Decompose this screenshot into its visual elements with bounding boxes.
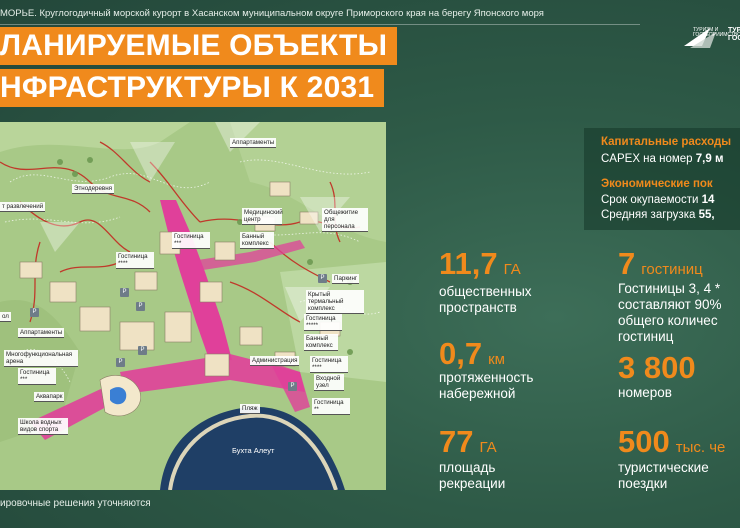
title-line-2: НФРАСТРУКТУРЫ К 2031 xyxy=(0,69,385,107)
map-label-ethnoderevnya: Этнодеревня xyxy=(72,184,114,194)
map-label-hotel-f: Гостиница ** xyxy=(312,398,350,415)
capex-text: CAPEX на номер xyxy=(601,153,693,165)
map-label-thermal: Крытый термальный комплекс xyxy=(306,290,364,314)
map-label-bath-complex-2: Банный комплекс xyxy=(304,334,338,351)
parking-icon: P xyxy=(318,274,327,283)
payback-line: Срок окупаемости 14 xyxy=(601,194,714,206)
logo-brand: ТУРИ ГОСТ xyxy=(728,27,740,42)
map-label-entertainment: т развлечений xyxy=(0,202,46,212)
load-value: 55, xyxy=(698,209,715,221)
stat-embankment-value: 0,7 км xyxy=(439,336,505,371)
payback-value: 14 xyxy=(701,194,715,206)
stat-recreation-value: 77 ГА xyxy=(439,424,497,459)
econ-title: Экономические пок xyxy=(601,178,713,190)
map-label-hotel-c: Гостиница ***** xyxy=(304,314,342,331)
finance-panel: Капитальные расходы CAPEX на номер 7,9 м… xyxy=(584,128,740,230)
map-label-entry: Входной узел xyxy=(314,374,344,391)
parking-icon: P xyxy=(30,308,39,317)
parking-icon: P xyxy=(138,346,147,355)
parking-icon: P xyxy=(120,288,129,297)
map-label-apartments: Аппартаменты xyxy=(230,138,277,148)
title-line-1: ЛАНИРУЕМЫЕ ОБЪЕКТЫ xyxy=(0,27,398,65)
stat-public-spaces-value: 11,7 ГА xyxy=(439,246,521,281)
map-label-arena: Многофункциональная арена xyxy=(4,350,78,367)
map-label-ol: ол xyxy=(0,312,11,322)
map-label-hotel-b: Гостиница **** xyxy=(116,252,154,269)
load-line: Средняя загрузка 55, xyxy=(601,209,715,221)
parking-icon: P xyxy=(136,302,145,311)
stat-trips-desc: туристические поездки xyxy=(618,460,709,491)
header-caption: МОРЬЕ. Круглогодичный морской курорт в Х… xyxy=(0,8,544,19)
masterplan-map: Аппартаменты Этнодеревня т развлечений М… xyxy=(0,122,386,490)
disclaimer-note: ировочные решения уточняются xyxy=(0,498,151,509)
capex-line: CAPEX на номер 7,9 м xyxy=(601,153,723,165)
map-label-hotel-e: Гостиница **** xyxy=(310,356,348,373)
map-label-aquapark: Аквапарк xyxy=(34,392,65,402)
stat-hotels-desc: Гостиницы 3, 4 * составляют 90% общего кол… xyxy=(618,281,722,344)
load-text: Средняя загрузка xyxy=(601,209,696,221)
stat-embankment-desc: протяженность набережной xyxy=(439,370,534,401)
map-label-dormitory: Общежитие для персонала xyxy=(322,208,368,232)
capex-title: Капитальные расходы xyxy=(601,136,732,148)
page-title: ЛАНИРУЕМЫЕ ОБЪЕКТЫ НФРАСТРУКТУРЫ К 2031 xyxy=(0,27,398,107)
logo-text: ТУРИЗМ И ГОСТЕПРИИМСТВО xyxy=(693,27,740,38)
map-label-parking: Паркинг xyxy=(332,274,360,284)
map-label-administration: Администрация xyxy=(250,356,300,366)
stat-recreation-desc: площадь рекреации xyxy=(439,460,506,491)
map-label-water-school: Школа водных видов спорта xyxy=(18,418,68,435)
map-label-bath-complex: Банный комплекс xyxy=(240,232,274,249)
payback-text: Срок окупаемости xyxy=(601,194,699,206)
map-label-apart-hotel: Аппартаменты xyxy=(18,328,65,338)
stat-public-spaces-desc: общественных пространств xyxy=(439,284,532,315)
map-label-hotel-a: Гостиница *** xyxy=(172,232,210,249)
capex-value: 7,9 м xyxy=(695,153,724,165)
parking-icon: P xyxy=(116,358,125,367)
parking-icon: P xyxy=(288,382,297,391)
stat-rooms-desc: номеров xyxy=(618,385,672,400)
stat-rooms-value: 3 800 xyxy=(618,350,696,385)
map-label-hotel-d: Гостиница *** xyxy=(18,368,56,385)
map-label-medical: Медицинский центр xyxy=(242,208,283,225)
stat-trips-value: 500 тыс. че xyxy=(618,424,726,459)
map-label-bay: Бухта Алеут xyxy=(232,446,275,455)
header-divider xyxy=(0,24,640,25)
stat-hotels-value: 7 гостиниц xyxy=(618,246,703,281)
map-label-beach: Пляж xyxy=(240,404,260,414)
